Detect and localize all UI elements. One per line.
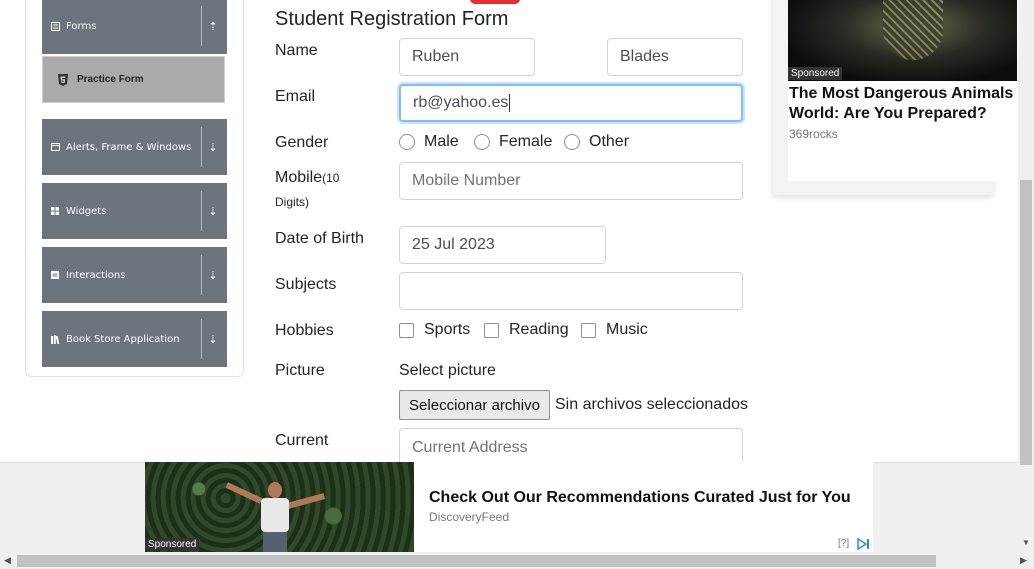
hobby-checkbox-sports[interactable]: Sports: [399, 321, 470, 339]
mobile-label: Mobile(10 Digits): [275, 166, 339, 214]
subjects-input[interactable]: [399, 272, 743, 310]
mobile-input[interactable]: Mobile Number: [399, 162, 743, 200]
sidebar-group-book-store[interactable]: Book Store Application ⇣: [42, 311, 227, 367]
ad-help-link[interactable]: [?]: [838, 538, 849, 549]
separator: [201, 255, 202, 295]
email-label: Email: [275, 88, 316, 105]
separator: [201, 127, 202, 167]
mobile-label-line2: Digits): [275, 195, 310, 209]
sidebar-item-label: Practice Form: [77, 74, 144, 85]
sidebar-group-label: Book Store Application: [66, 333, 180, 345]
gender-radio-other[interactable]: Other: [564, 133, 629, 151]
chevron-down-icon: ⇣: [208, 333, 218, 346]
ad-source[interactable]: 369rocks: [789, 127, 838, 141]
sidebar-group-label: Interactions: [66, 269, 126, 281]
bottom-ad[interactable]: Sponsored Check Out Our Recommendations …: [145, 462, 873, 552]
scrollbar-thumb[interactable]: [17, 555, 936, 567]
gender-label: Gender: [275, 134, 329, 151]
radio-label: Male: [424, 133, 459, 150]
choose-file-button[interactable]: Seleccionar archivo: [399, 390, 550, 420]
separator: [201, 191, 202, 231]
grid-icon: [50, 206, 60, 216]
sponsored-label: Sponsored: [145, 538, 200, 551]
gender-radio-male[interactable]: Male: [399, 133, 459, 151]
ad-headline[interactable]: The Most Dangerous Animals World: Are Yo…: [789, 84, 1017, 124]
radio-circle[interactable]: [399, 134, 415, 150]
sidebar-group-label: Forms: [66, 20, 97, 32]
name-label: Name: [275, 42, 318, 59]
sidebar-group-label: Alerts, Frame & Windows: [66, 141, 192, 153]
select-picture-label: Select picture: [399, 362, 496, 379]
email-value: rb@yahoo.es: [413, 94, 509, 111]
separator: [201, 6, 202, 46]
first-name-input[interactable]: Ruben: [399, 38, 535, 76]
scroll-right-arrow-icon[interactable]: ▶: [1020, 555, 1027, 566]
checkbox-label: Music: [606, 321, 648, 338]
sidebar-group-label: Widgets: [66, 205, 107, 217]
interaction-icon: [50, 270, 60, 280]
books-icon: [50, 334, 60, 344]
dob-label: Date of Birth: [275, 230, 364, 247]
sponsored-label: Sponsored: [788, 67, 843, 80]
chevron-down-icon: ⇣: [208, 269, 218, 282]
mobile-label-suffix: (10: [322, 171, 340, 185]
chevron-down-icon: ⇣: [208, 205, 218, 218]
hobbies-label: Hobbies: [275, 322, 334, 339]
checkbox-box[interactable]: [399, 322, 414, 338]
scroll-down-arrow-icon[interactable]: ▼: [1022, 538, 1030, 547]
radio-circle[interactable]: [564, 134, 580, 150]
top-banner-edge: [470, 0, 520, 4]
sidebar-group-interactions[interactable]: Interactions ⇣: [42, 247, 227, 303]
sidebar-group-widgets[interactable]: Widgets ⇣: [42, 183, 227, 239]
right-ad[interactable]: Sponsored The Most Dangerous Animals Wor…: [773, 0, 1017, 195]
ad-headline[interactable]: Check Out Our Recommendations Curated Ju…: [429, 489, 851, 507]
form-title: Student Registration Form: [275, 8, 509, 30]
hobby-checkbox-reading[interactable]: Reading: [484, 321, 569, 339]
hobby-checkbox-music[interactable]: Music: [581, 321, 648, 339]
vertical-scrollbar[interactable]: ▼: [1018, 0, 1034, 553]
radio-label: Other: [589, 133, 630, 150]
address-label: Current: [275, 432, 329, 449]
picture-label: Picture: [275, 362, 325, 379]
adchoices-icon[interactable]: [856, 537, 870, 551]
radio-label: Female: [499, 133, 553, 150]
file-status-text: Sin archivos seleccionados: [555, 396, 748, 413]
checkbox-label: Sports: [424, 321, 471, 338]
scroll-left-arrow-icon[interactable]: ◀: [4, 555, 11, 566]
html5-icon: [58, 73, 68, 86]
mobile-label-text: Mobile: [275, 169, 323, 186]
sidebar-group-alerts[interactable]: Alerts, Frame & Windows ⇣: [42, 119, 227, 175]
separator: [201, 319, 202, 359]
text-cursor: [509, 94, 511, 112]
checkbox-label: Reading: [509, 321, 569, 338]
subjects-label: Subjects: [275, 276, 337, 293]
horizontal-scrollbar[interactable]: ◀ ▶: [0, 553, 1034, 569]
checkbox-box[interactable]: [484, 322, 499, 338]
form-icon: [50, 21, 60, 31]
scrollbar-thumb[interactable]: [1020, 180, 1032, 465]
sidebar-group-forms[interactable]: Forms ⇡: [42, 0, 227, 54]
gender-radio-female[interactable]: Female: [474, 133, 552, 151]
sidebar-item-practice-form[interactable]: Practice Form: [42, 56, 225, 103]
snake-image: [883, 0, 943, 60]
chevron-up-icon: ⇡: [208, 20, 218, 33]
ad-source[interactable]: DiscoveryFeed: [429, 510, 509, 524]
chevron-down-icon: ⇣: [208, 141, 218, 154]
person-image: [225, 482, 326, 552]
email-input[interactable]: rb@yahoo.es: [399, 84, 743, 122]
last-name-input[interactable]: Blades: [607, 38, 743, 76]
dob-input[interactable]: 25 Jul 2023: [399, 226, 606, 264]
window-icon: [50, 142, 60, 152]
checkbox-box[interactable]: [581, 322, 596, 338]
radio-circle[interactable]: [474, 134, 490, 150]
